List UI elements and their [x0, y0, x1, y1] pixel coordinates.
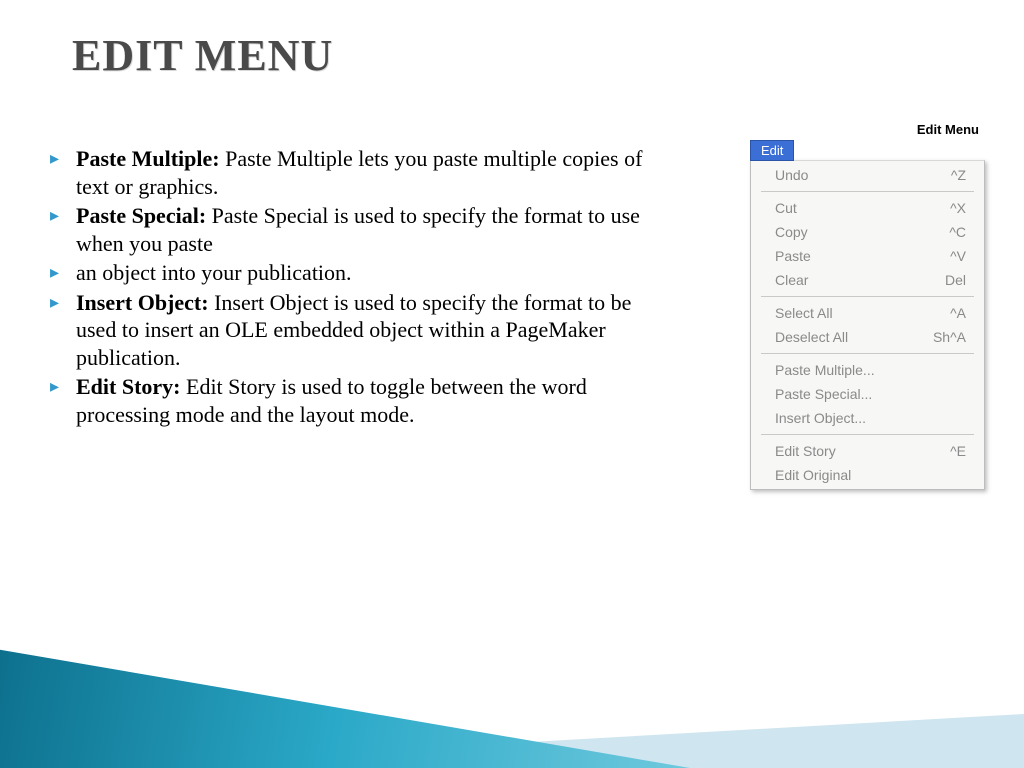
- menu-item: Clear Del: [751, 268, 984, 292]
- menu-item-label: Deselect All: [775, 327, 848, 347]
- footer-decoration: [0, 628, 1024, 768]
- bullet-term: Paste Multiple:: [76, 146, 220, 171]
- menu-item: Cut ^X: [751, 196, 984, 220]
- menu-item: Paste Multiple...: [751, 358, 984, 382]
- menu-item-shortcut: ^E: [950, 441, 966, 461]
- menu-item-label: Edit Original: [775, 465, 851, 485]
- bullet-content: Paste Multiple: Paste Multiple lets you …: [40, 145, 660, 430]
- menu-separator: [761, 353, 974, 354]
- menu-caption: Edit Menu: [917, 122, 979, 137]
- menu-item: Insert Object...: [751, 406, 984, 430]
- menu-item-label: Paste Special...: [775, 384, 872, 404]
- menu-item-shortcut: ^C: [949, 222, 966, 242]
- slide-title: EDIT MENU: [72, 30, 333, 81]
- menu-item-shortcut: Sh^A: [933, 327, 966, 347]
- menu-separator: [761, 296, 974, 297]
- menu-item-label: Copy: [775, 222, 808, 242]
- menu-item-label: Paste Multiple...: [775, 360, 875, 380]
- menu-item: Deselect All Sh^A: [751, 325, 984, 349]
- bullet-desc: an object into your publication.: [76, 260, 352, 285]
- menu-item: Edit Story ^E: [751, 439, 984, 463]
- menu-separator: [761, 434, 974, 435]
- menu-item: Select All ^A: [751, 301, 984, 325]
- menu-item-shortcut: ^Z: [951, 165, 966, 185]
- menu-item: Undo ^Z: [751, 163, 984, 187]
- menu-panel: Undo ^Z Cut ^X Copy ^C Paste ^V Clear Del Select A…: [750, 160, 985, 490]
- bullet-term: Edit Story:: [76, 374, 181, 399]
- menu-item: Edit Original: [751, 463, 984, 487]
- bullet-item: Edit Story: Edit Story is used to toggle…: [40, 373, 660, 428]
- menu-item-shortcut: ^A: [950, 303, 966, 323]
- menu-item-label: Paste: [775, 246, 811, 266]
- menu-item-label: Undo: [775, 165, 808, 185]
- menu-item-label: Insert Object...: [775, 408, 866, 428]
- menu-item-label: Edit Story: [775, 441, 836, 461]
- bullet-item: Insert Object: Insert Object is used to …: [40, 289, 660, 372]
- menu-tab-edit: Edit: [750, 140, 794, 161]
- bullet-term: Insert Object:: [76, 290, 209, 315]
- menu-item: Copy ^C: [751, 220, 984, 244]
- menu-item-shortcut: ^X: [950, 198, 966, 218]
- menu-item-label: Clear: [775, 270, 808, 290]
- menu-item: Paste ^V: [751, 244, 984, 268]
- bullet-item: Paste Special: Paste Special is used to …: [40, 202, 660, 257]
- bullet-item: an object into your publication.: [40, 259, 660, 287]
- menu-item: Paste Special...: [751, 382, 984, 406]
- menu-item-shortcut: Del: [945, 270, 966, 290]
- menu-item-shortcut: ^V: [950, 246, 966, 266]
- edit-menu-illustration: Edit Menu Edit Undo^ZCut^XCopy^CPaste^VC…: [750, 140, 985, 490]
- bullet-item: Paste Multiple: Paste Multiple lets you …: [40, 145, 660, 200]
- menu-separator: [761, 191, 974, 192]
- bullet-term: Paste Special:: [76, 203, 206, 228]
- menu-item-label: Select All: [775, 303, 833, 323]
- menu-item-label: Cut: [775, 198, 797, 218]
